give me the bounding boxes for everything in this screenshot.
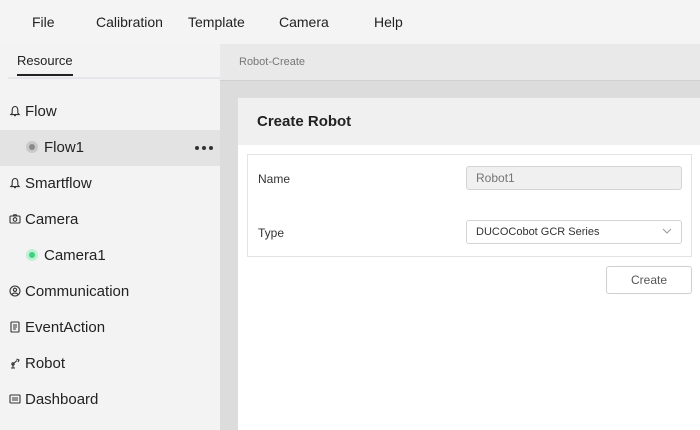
sidebar-item-label: Smartflow (25, 175, 92, 192)
sidebar-item-label: EventAction (25, 319, 106, 336)
page-title: Create Robot (257, 113, 352, 130)
tab-resource[interactable]: Resource (17, 53, 73, 76)
breadcrumb-bar: Robot-Create (220, 44, 700, 81)
menu-camera[interactable]: Camera (279, 0, 329, 44)
sidebar-item-label: Flow1 (44, 139, 85, 156)
sidebar-item-label: Communication (25, 283, 130, 300)
create-robot-panel: Create Robot Name Type DUCOCobot GCR Ser… (238, 98, 700, 430)
type-select-value: DUCOCobot GCR Series (476, 226, 600, 238)
name-input[interactable] (466, 166, 682, 190)
communication-icon (9, 285, 21, 297)
dashboard-icon (9, 394, 21, 404)
bell-icon (9, 177, 21, 189)
robot-arm-icon (11, 358, 20, 369)
bell-icon (9, 105, 21, 117)
menu-template[interactable]: Template (188, 0, 245, 44)
sidebar-item-flow1[interactable]: Flow1 (0, 130, 220, 166)
name-label: Name (258, 172, 291, 186)
sidebar-item-label: Robot (25, 355, 66, 372)
panel-header: Create Robot (238, 98, 700, 145)
sidebar-item-flow[interactable]: Flow (0, 94, 220, 130)
status-dot-icon (26, 141, 38, 153)
main-area: Robot-Create Create Robot Name Type DUCO… (220, 44, 700, 430)
type-select[interactable]: DUCOCobot GCR Series (466, 220, 682, 244)
menu-calibration[interactable]: Calibration (96, 0, 163, 44)
sidebar-item-camera[interactable]: Camera (0, 202, 220, 238)
camera-icon (9, 214, 21, 224)
sidebar-item-label: Camera1 (44, 247, 106, 264)
sidebar-item-camera1[interactable]: Camera1 (0, 238, 220, 274)
breadcrumb: Robot-Create (239, 56, 306, 68)
menu-bar: File Calibration Template Camera Help (0, 0, 700, 44)
sidebar-item-label: Dashboard (25, 391, 99, 408)
sidebar-item-communication[interactable]: Communication (0, 274, 220, 310)
document-icon (10, 321, 20, 333)
type-label: Type (258, 226, 285, 240)
sidebar-item-label: Flow (25, 103, 57, 120)
menu-file[interactable]: File (32, 0, 55, 44)
robot-form: Name Type DUCOCobot GCR Series (247, 154, 692, 257)
sidebar-item-smartflow[interactable]: Smartflow (0, 166, 220, 202)
sidebar-item-label: Camera (25, 211, 79, 228)
sidebar-item-eventaction[interactable]: EventAction (0, 310, 220, 346)
more-options-icon[interactable] (194, 146, 216, 151)
sidebar-item-robot[interactable]: Robot (0, 346, 220, 382)
tab-divider (8, 77, 220, 79)
chevron-down-icon (662, 228, 672, 234)
sidebar-item-dashboard[interactable]: Dashboard (0, 382, 220, 418)
status-dot-icon (26, 249, 38, 261)
create-button[interactable]: Create (606, 266, 692, 294)
menu-help[interactable]: Help (374, 0, 403, 44)
resource-sidebar: Resource Flow Flow1 Smartflow Camera Cam… (0, 44, 220, 430)
